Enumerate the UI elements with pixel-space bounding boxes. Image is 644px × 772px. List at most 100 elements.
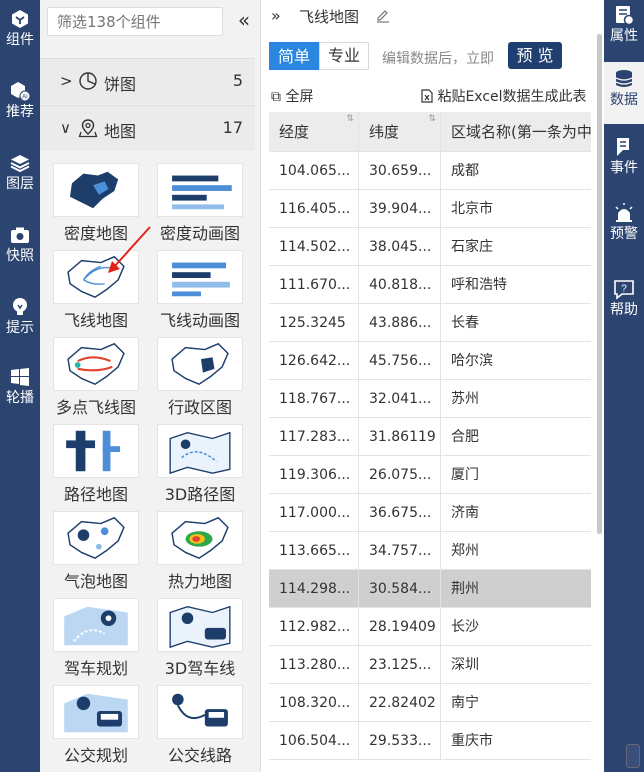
collapse-panel-button[interactable]: « [233, 8, 255, 34]
table-cell[interactable]: 长沙 [441, 608, 591, 645]
mode-pro-tab[interactable]: 专业 [319, 42, 369, 70]
table-cell[interactable]: 南宁 [441, 684, 591, 721]
table-cell[interactable]: 116.405... [269, 190, 359, 227]
table-cell[interactable]: 32.041... [359, 380, 441, 417]
tile-bus-route[interactable]: 公交线路 [150, 685, 250, 772]
rail-item-snapshot[interactable]: 快照 [0, 224, 40, 264]
tile-heat-map[interactable]: 热力地图 [150, 511, 250, 598]
table-row[interactable]: 126.642... 45.756... 哈尔滨 [269, 342, 591, 380]
tile-admin-region[interactable]: 行政区图 [150, 337, 250, 424]
table-row[interactable]: 114.502... 38.045... 石家庄 [269, 228, 591, 266]
tile-density-animation[interactable]: 密度动画图 [150, 163, 250, 250]
table-row[interactable]: 113.280... 23.125... 深圳 [269, 646, 591, 684]
table-cell[interactable]: 119.306... [269, 456, 359, 493]
table-cell[interactable]: 30.659... [359, 152, 441, 189]
preview-button[interactable]: 预 览 [508, 42, 562, 69]
tile-bus-plan[interactable]: 公交规划 [46, 685, 146, 772]
table-cell[interactable]: 26.075... [359, 456, 441, 493]
table-row[interactable]: 106.504... 29.533... 重庆市 [269, 722, 591, 760]
corner-handle-icon[interactable] [626, 744, 640, 768]
tile-flyline-animation[interactable]: 飞线动画图 [150, 250, 250, 337]
table-cell[interactable]: 呼和浩特 [441, 266, 591, 303]
table-cell[interactable]: 长春 [441, 304, 591, 341]
table-cell[interactable]: 22.82402 [359, 684, 441, 721]
table-cell[interactable]: 28.19409 [359, 608, 441, 645]
table-cell[interactable]: 厦门 [441, 456, 591, 493]
category-pie[interactable]: > 饼图 5 [40, 58, 255, 104]
table-cell[interactable]: 合肥 [441, 418, 591, 455]
rail-item-help[interactable]: ? 帮助 [604, 278, 644, 330]
table-cell[interactable]: 石家庄 [441, 228, 591, 265]
table-cell[interactable]: 哈尔滨 [441, 342, 591, 379]
table-cell[interactable]: 31.86119 [359, 418, 441, 455]
table-cell[interactable]: 34.757... [359, 532, 441, 569]
table-row[interactable]: 118.767... 32.041... 苏州 [269, 380, 591, 418]
table-cell[interactable]: 117.283... [269, 418, 359, 455]
table-cell[interactable]: 成都 [441, 152, 591, 189]
rail-item-events[interactable]: 事件 [604, 136, 644, 188]
table-cell[interactable]: 43.886... [359, 304, 441, 341]
table-cell[interactable]: 114.502... [269, 228, 359, 265]
table-row[interactable]: 117.000... 36.675... 济南 [269, 494, 591, 532]
data-table-scrollbar[interactable] [597, 34, 602, 534]
tile-bubble-map[interactable]: 气泡地图 [46, 511, 146, 598]
mode-simple-tab[interactable]: 简单 [269, 42, 319, 70]
table-header-cell[interactable]: 纬度 ⇅ [359, 112, 441, 151]
tile-drive-plan[interactable]: 驾车规划 [46, 598, 146, 685]
tile-route-3d[interactable]: 3D路径图 [150, 424, 250, 511]
component-search-input[interactable] [47, 7, 223, 36]
table-cell[interactable]: 113.665... [269, 532, 359, 569]
table-cell[interactable]: 111.670... [269, 266, 359, 303]
expand-panel-button[interactable]: » [271, 6, 281, 25]
table-row[interactable]: 125.3245 43.886... 长春 [269, 304, 591, 342]
rail-item-tips[interactable]: 提示 [0, 296, 40, 336]
table-row[interactable]: 119.306... 26.075... 厦门 [269, 456, 591, 494]
table-cell[interactable]: 114.298... [269, 570, 359, 607]
table-row[interactable]: 108.320... 22.82402 南宁 [269, 684, 591, 722]
table-header-cell[interactable]: 区域名称(第一条为中. [441, 112, 591, 151]
table-cell[interactable]: 39.904... [359, 190, 441, 227]
table-header-cell[interactable]: 经度 ⇅ [269, 112, 359, 151]
table-cell[interactable]: 30.584... [359, 570, 441, 607]
table-cell[interactable]: 45.756... [359, 342, 441, 379]
tile-density-map[interactable]: 密度地图 [46, 163, 146, 250]
rail-item-data[interactable]: 数据 [604, 62, 644, 124]
table-cell[interactable]: 117.000... [269, 494, 359, 531]
paste-excel-button[interactable]: 粘贴Excel数据生成此表 [421, 86, 587, 106]
table-cell[interactable]: 荆州 [441, 570, 591, 607]
rail-item-components[interactable]: 组件 [0, 8, 40, 48]
table-cell[interactable]: 106.504... [269, 722, 359, 759]
table-row[interactable]: 111.670... 40.818... 呼和浩特 [269, 266, 591, 304]
table-row[interactable]: 114.298... 30.584... 荆州 [269, 570, 591, 608]
table-cell[interactable]: 40.818... [359, 266, 441, 303]
table-cell[interactable]: 苏州 [441, 380, 591, 417]
table-cell[interactable]: 113.280... [269, 646, 359, 683]
table-cell[interactable]: 29.533... [359, 722, 441, 759]
table-row[interactable]: 117.283... 31.86119 合肥 [269, 418, 591, 456]
edit-pencil-icon[interactable] [375, 7, 391, 23]
table-cell[interactable]: 济南 [441, 494, 591, 531]
rail-item-alarm[interactable]: 预警 [604, 202, 644, 254]
table-row[interactable]: 104.065... 30.659... 成都 [269, 152, 591, 190]
table-cell[interactable]: 108.320... [269, 684, 359, 721]
tile-route-map[interactable]: 路径地图 [46, 424, 146, 511]
table-cell[interactable]: 23.125... [359, 646, 441, 683]
table-row[interactable]: 112.982... 28.19409 长沙 [269, 608, 591, 646]
table-cell[interactable]: 郑州 [441, 532, 591, 569]
table-cell[interactable]: 重庆市 [441, 722, 591, 759]
table-cell[interactable]: 104.065... [269, 152, 359, 189]
rail-item-layers[interactable]: 图层 [0, 152, 40, 192]
tile-multipoint-flyline[interactable]: 多点飞线图 [46, 337, 146, 424]
table-cell[interactable]: 38.045... [359, 228, 441, 265]
sort-icon[interactable]: ⇅ [346, 114, 354, 124]
table-row[interactable]: 113.665... 34.757... 郑州 [269, 532, 591, 570]
table-cell[interactable]: 36.675... [359, 494, 441, 531]
table-cell[interactable]: 北京市 [441, 190, 591, 227]
table-cell[interactable]: 深圳 [441, 646, 591, 683]
rail-item-recommend[interactable]: AI 推荐 [0, 80, 40, 120]
tile-drive-3d[interactable]: 3D驾车线 [150, 598, 250, 685]
table-cell[interactable]: 118.767... [269, 380, 359, 417]
tile-flyline-map[interactable]: 飞线地图 [46, 250, 146, 337]
rail-item-properties[interactable]: 属性 [604, 2, 644, 54]
table-cell[interactable]: 126.642... [269, 342, 359, 379]
